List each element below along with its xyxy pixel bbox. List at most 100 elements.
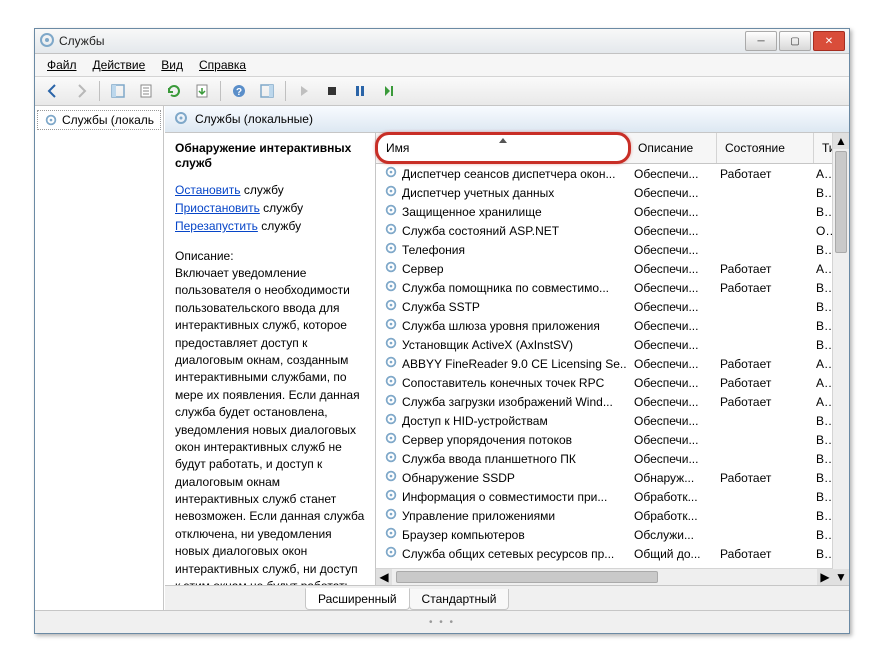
service-row[interactable]: Служба загрузки изображений Wind...Обесп… xyxy=(376,392,849,411)
service-name-cell: Доступ к HID-устройствам xyxy=(402,414,548,428)
service-state-cell: Работает xyxy=(712,167,808,181)
service-row[interactable]: Диспетчер учетных данныхОбеспечи...Вручн xyxy=(376,183,849,202)
scroll-down-icon[interactable]: ▼ xyxy=(833,569,849,585)
service-row[interactable]: Защищенное хранилищеОбеспечи...Вручн xyxy=(376,202,849,221)
service-row[interactable]: Служба шлюза уровня приложенияОбеспечи..… xyxy=(376,316,849,335)
show-hide-tree-button[interactable] xyxy=(106,79,130,103)
service-desc-cell: Обеспечи... xyxy=(626,414,712,428)
menu-view[interactable]: Вид xyxy=(153,56,191,74)
tree-node-label: Службы (локальны xyxy=(62,113,154,127)
properties-button[interactable] xyxy=(134,79,158,103)
gear-icon xyxy=(384,222,398,239)
stop-link[interactable]: Остановить xyxy=(175,183,241,197)
hscroll-thumb[interactable] xyxy=(396,571,658,583)
menu-help[interactable]: Справка xyxy=(191,56,254,74)
forward-button[interactable] xyxy=(69,79,93,103)
start-service-button[interactable] xyxy=(292,79,316,103)
service-desc-cell: Обеспечи... xyxy=(626,186,712,200)
service-name-cell: Служба общих сетевых ресурсов пр... xyxy=(402,547,614,561)
stop-service-button[interactable] xyxy=(320,79,344,103)
gear-icon xyxy=(384,431,398,448)
service-row[interactable]: ТелефонияОбеспечи...Вручн xyxy=(376,240,849,259)
column-header-description[interactable]: Описание xyxy=(630,133,717,163)
pause-service-button[interactable] xyxy=(348,79,372,103)
service-row[interactable]: Сервер упорядочения потоковОбеспечи...Вр… xyxy=(376,430,849,449)
service-name-cell: Обнаружение SSDP xyxy=(402,471,515,485)
column-headers: Имя Описание Состояние Тип за xyxy=(376,133,849,164)
pause-link[interactable]: Приостановить xyxy=(175,201,260,215)
scroll-up-icon[interactable]: ▲ xyxy=(833,133,849,149)
service-name-cell: Служба загрузки изображений Wind... xyxy=(402,395,613,409)
menubar: Файл Действие Вид Справка xyxy=(35,54,849,77)
service-row[interactable]: Управление приложениямиОбработк...Вручн xyxy=(376,506,849,525)
gear-icon xyxy=(384,279,398,296)
service-row[interactable]: Браузер компьютеровОбслужи...Вручн xyxy=(376,525,849,544)
service-row[interactable]: СерверОбеспечи...РаботаетАвтом xyxy=(376,259,849,278)
vertical-scrollbar[interactable]: ▲ ▼ xyxy=(832,133,849,585)
service-desc-cell: Обеспечи... xyxy=(626,205,712,219)
gear-icon xyxy=(384,393,398,410)
service-name-cell: Установщик ActiveX (AxInstSV) xyxy=(402,338,573,352)
scroll-thumb[interactable] xyxy=(835,151,847,253)
gear-icon xyxy=(384,412,398,429)
menu-action[interactable]: Действие xyxy=(85,56,154,74)
service-row[interactable]: Информация о совместимости при... Обработ… xyxy=(376,487,849,506)
maximize-button[interactable]: ▢ xyxy=(779,31,811,51)
resize-grip-icon: • • • xyxy=(429,617,455,628)
service-row[interactable]: Установщик ActiveX (AxInstSV)Обеспечи...… xyxy=(376,335,849,354)
service-desc-cell: Обработк... xyxy=(626,509,712,523)
service-row[interactable]: Служба общих сетевых ресурсов пр...Общий… xyxy=(376,544,849,563)
minimize-button[interactable]: ─ xyxy=(745,31,777,51)
back-button[interactable] xyxy=(41,79,65,103)
tree-node-services[interactable]: Службы (локальны xyxy=(37,110,161,130)
gear-icon xyxy=(384,450,398,467)
show-hide-action-button[interactable] xyxy=(255,79,279,103)
tree-pane: Службы (локальны xyxy=(35,106,164,610)
gear-icon xyxy=(384,469,398,486)
close-button[interactable]: ✕ xyxy=(813,31,845,51)
service-row[interactable]: Сопоставитель конечных точек RPCОбеспечи… xyxy=(376,373,849,392)
service-desc-cell: Обеспечи... xyxy=(626,300,712,314)
view-tabs: Расширенный Стандартный xyxy=(165,585,849,610)
gear-icon xyxy=(384,355,398,372)
service-row[interactable]: Служба состояний ASP.NETОбеспечи...Откли xyxy=(376,221,849,240)
service-row[interactable]: Служба помощника по совместимо...Обеспеч… xyxy=(376,278,849,297)
column-header-name[interactable]: Имя xyxy=(375,132,631,164)
help-button[interactable]: ? xyxy=(227,79,251,103)
horizontal-scrollbar[interactable]: ◀ ▶ xyxy=(376,568,833,585)
service-desc-cell: Обработк... xyxy=(626,490,712,504)
window-title: Службы xyxy=(59,34,741,48)
restart-service-button[interactable] xyxy=(376,79,400,103)
tab-standard[interactable]: Стандартный xyxy=(409,589,510,610)
app-icon xyxy=(39,32,55,51)
service-desc-cell: Обеспечи... xyxy=(626,224,712,238)
detail-pane: Обнаружение интерактивных служб Останови… xyxy=(165,133,376,585)
service-name-cell: Защищенное хранилище xyxy=(402,205,542,219)
service-state-cell: Работает xyxy=(712,262,808,276)
gear-icon xyxy=(384,336,398,353)
service-row[interactable]: Служба SSTPОбеспечи...Вручн xyxy=(376,297,849,316)
service-name-cell: Сопоставитель конечных точек RPC xyxy=(402,376,604,390)
service-row[interactable]: Обнаружение SSDPОбнаруж...РаботаетВручн xyxy=(376,468,849,487)
restart-link[interactable]: Перезапустить xyxy=(175,219,258,233)
service-state-cell: Работает xyxy=(712,547,808,561)
service-row[interactable]: Диспетчер сеансов диспетчера окон...Обес… xyxy=(376,164,849,183)
menu-file[interactable]: Файл xyxy=(39,56,85,74)
service-desc-cell: Обеспечи... xyxy=(626,433,712,447)
column-header-state[interactable]: Состояние xyxy=(717,133,814,163)
gear-icon xyxy=(384,526,398,543)
tab-extended[interactable]: Расширенный xyxy=(305,588,410,610)
main-header-title: Службы (локальные) xyxy=(195,112,313,126)
gear-icon xyxy=(384,317,398,334)
description-text: Включает уведомление пользователя о необ… xyxy=(175,265,365,585)
service-name-cell: Информация о совместимости при... xyxy=(402,490,607,504)
service-row[interactable]: Доступ к HID-устройствамОбеспечи...Вручн xyxy=(376,411,849,430)
refresh-button[interactable] xyxy=(162,79,186,103)
selected-service-name: Обнаружение интерактивных служб xyxy=(175,141,365,171)
service-row[interactable]: ABBYY FineReader 9.0 CE Licensing Se...О… xyxy=(376,354,849,373)
scroll-left-icon[interactable]: ◀ xyxy=(376,569,392,585)
service-row[interactable]: Служба ввода планшетного ПКОбеспечи...Вр… xyxy=(376,449,849,468)
export-button[interactable] xyxy=(190,79,214,103)
statusbar: • • • xyxy=(35,610,849,633)
scroll-right-icon[interactable]: ▶ xyxy=(817,569,833,585)
